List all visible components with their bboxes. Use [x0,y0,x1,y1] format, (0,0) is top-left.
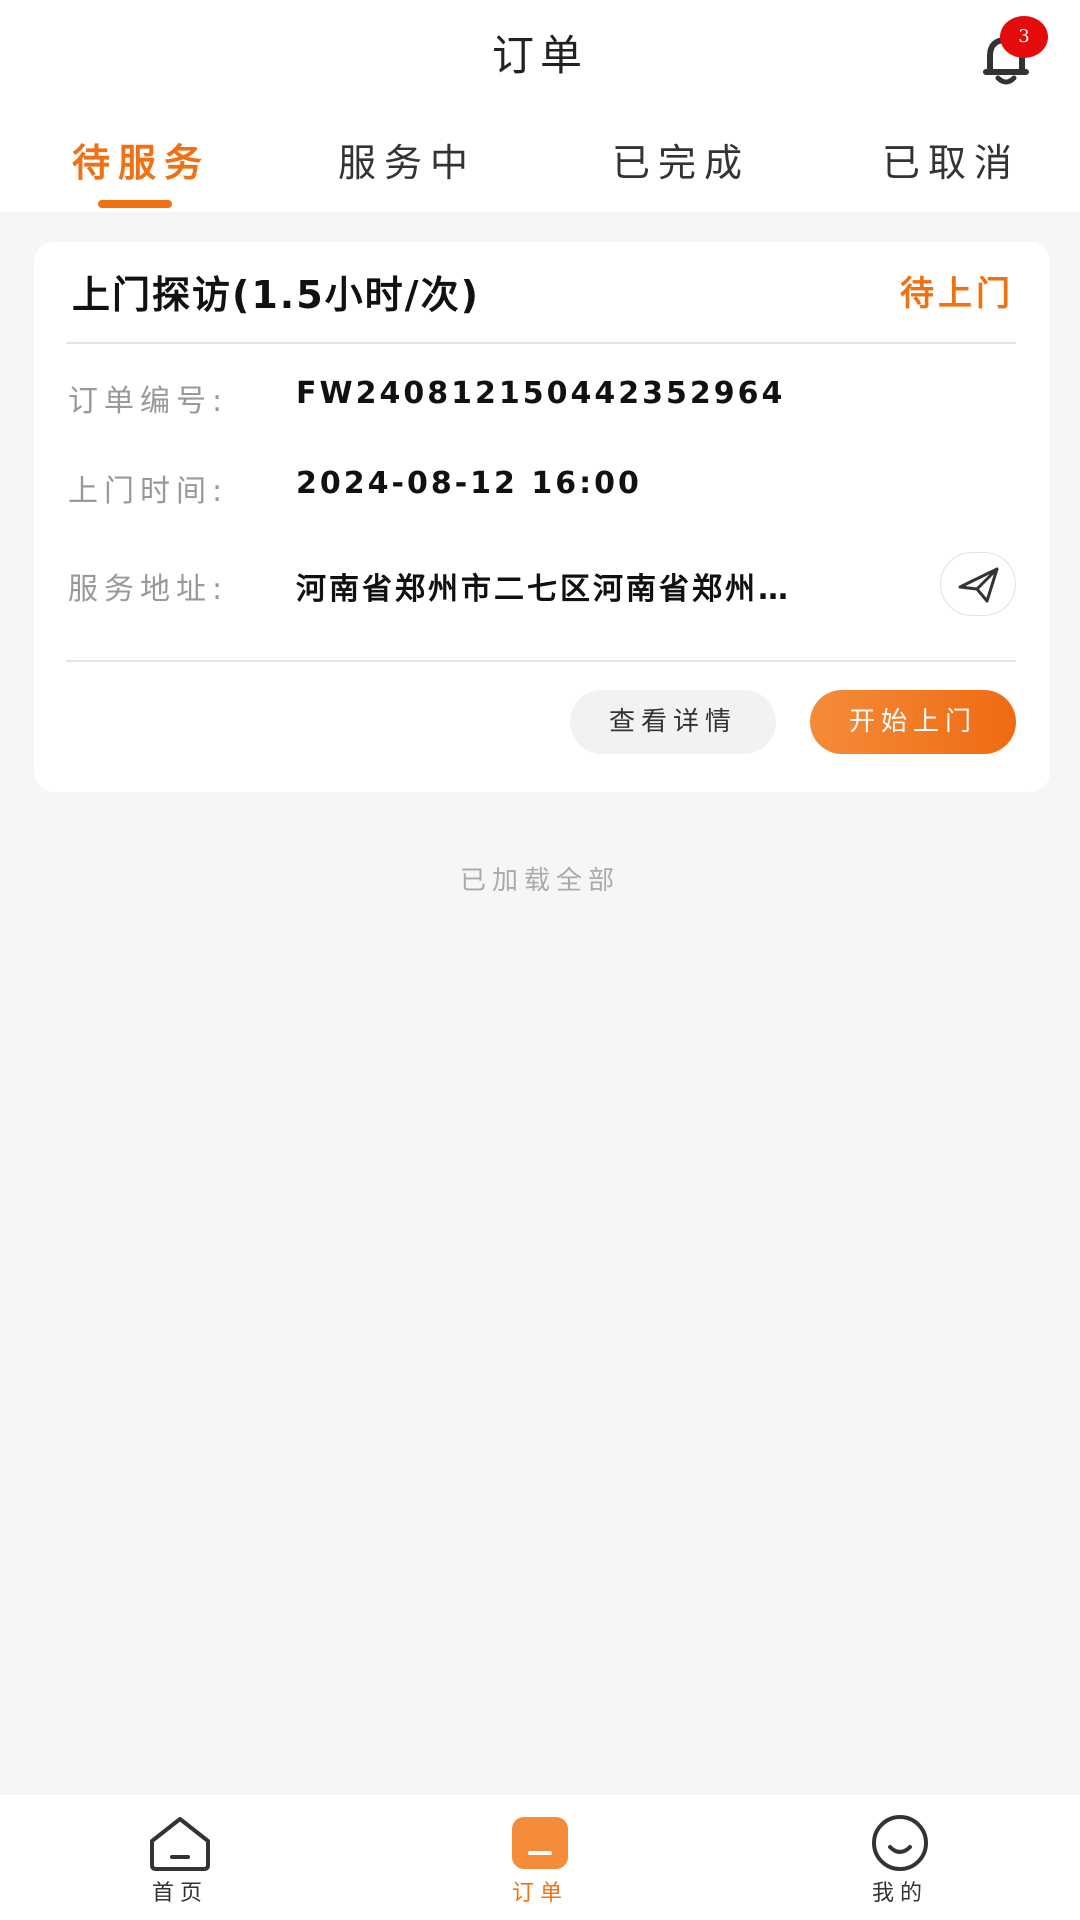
divider [66,342,1016,344]
nav-orders[interactable]: 订单 [440,1795,640,1920]
start-visit-button[interactable]: 开始上门 [810,690,1016,754]
top-bar: 订单 3 待服务 服务中 已完成 已取消 [0,0,1080,212]
nav-home[interactable]: 首页 [80,1795,280,1920]
order-card[interactable]: 上门探访(1.5小时/次) 待上门 订单编号: FW24081215044235… [34,242,1050,792]
page-title: 订单 [491,31,588,80]
service-title: 上门探访(1.5小时/次) [72,273,480,317]
home-icon [150,1817,210,1871]
nav-orders-label: 订单 [511,1881,568,1906]
order-icon [512,1817,568,1869]
address-label: 服务地址: [68,572,229,607]
visit-time-value: 2024-08-12 16:00 [296,466,642,501]
order-number-value: FW240812150442352964 [296,376,786,411]
send-icon [958,567,999,603]
order-number-label: 订单编号: [68,384,229,419]
view-details-button[interactable]: 查看详情 [570,690,776,754]
bottom-navigation: 首页 订单 我的 [0,1795,1080,1920]
visit-time-label: 上门时间: [68,474,229,509]
divider [66,660,1016,662]
tab-completed[interactable]: 已完成 [612,132,750,187]
status-badge: 待上门 [900,274,1014,314]
active-tab-indicator [98,200,172,208]
navigate-button[interactable] [940,552,1016,616]
tab-in-service[interactable]: 服务中 [338,132,476,187]
nav-home-label: 首页 [151,1881,208,1906]
address-value: 河南省郑州市二七区河南省郑州… [296,572,791,607]
tab-pending[interactable]: 待服务 [72,132,210,187]
order-status-tabs: 待服务 服务中 已完成 已取消 [0,118,1080,212]
notification-badge: 3 [1000,16,1048,58]
list-end-text: 已加载全部 [459,866,620,896]
nav-profile[interactable]: 我的 [800,1795,1000,1920]
nav-profile-label: 我的 [871,1881,928,1906]
profile-icon [872,1815,928,1871]
tab-cancelled[interactable]: 已取消 [882,132,1020,187]
